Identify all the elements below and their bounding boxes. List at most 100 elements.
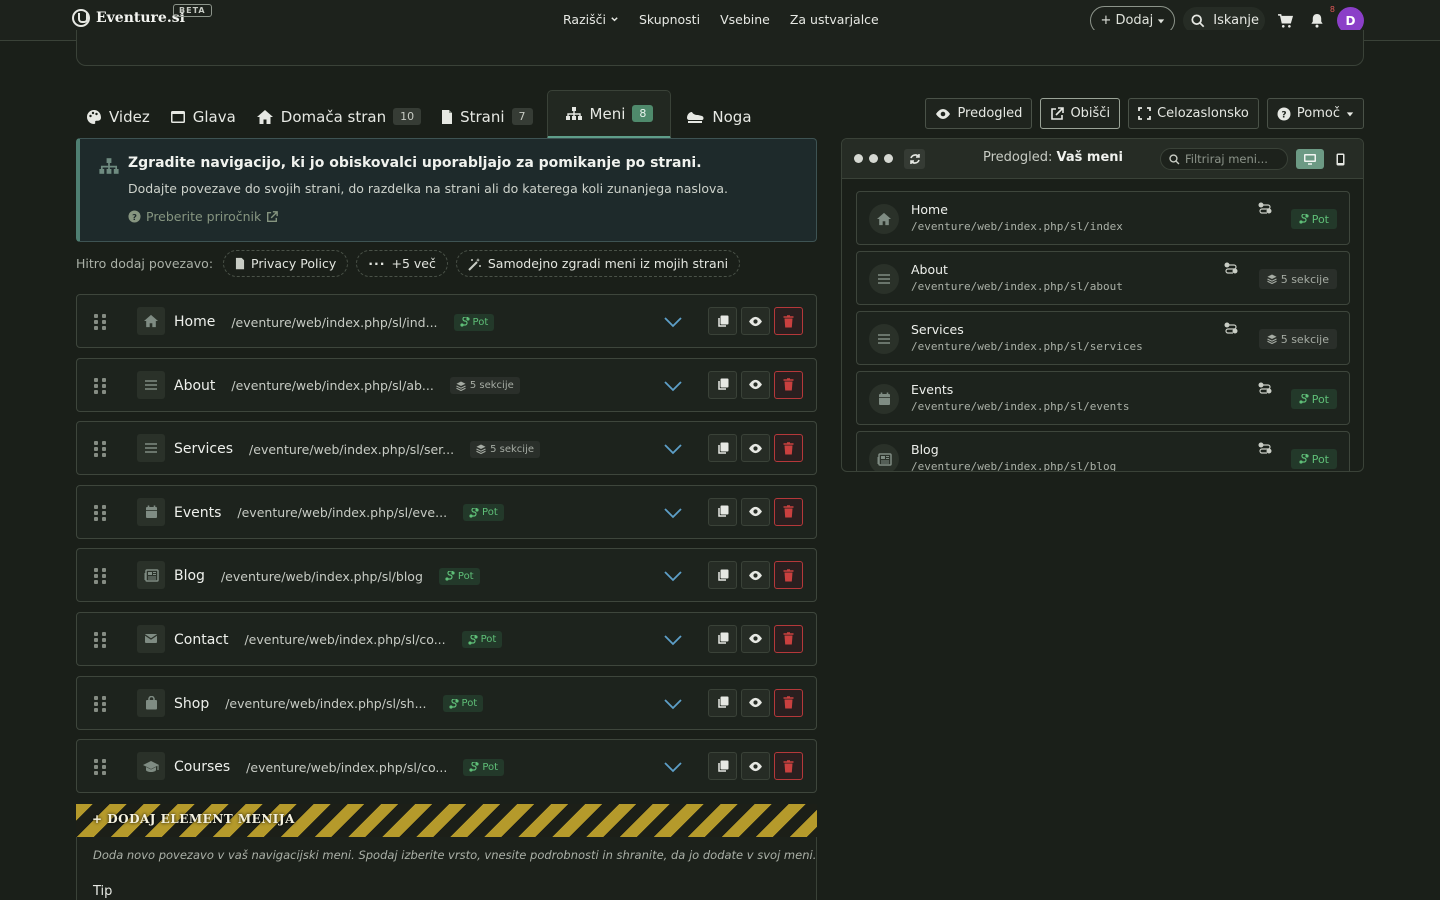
menu-item-row[interactable]: Events /eventure/web/index.php/sl/eve...… [76, 484, 817, 539]
route-type-icon [1257, 442, 1273, 458]
sections-badge: 5 sekcije [1258, 329, 1337, 349]
copy-icon [717, 696, 728, 708]
duplicate-button[interactable] [708, 561, 737, 590]
desktop-view-button[interactable] [1296, 149, 1324, 169]
ellipsis-icon: ··· [368, 256, 386, 271]
menu-item-row[interactable]: Services /eventure/web/index.php/sl/ser.… [76, 421, 817, 476]
drag-handle-icon[interactable] [94, 695, 106, 712]
preview-menu-item[interactable]: Services /eventure/web/index.php/sl/serv… [856, 311, 1350, 365]
cart-button[interactable] [1273, 9, 1297, 33]
menu-item-list: Home /eventure/web/index.php/sl/ind... P… [76, 294, 817, 803]
fullscreen-button[interactable]: Celozaslonsko [1128, 98, 1259, 129]
tab-strani[interactable]: Strani 7 [431, 94, 542, 139]
drag-handle-icon[interactable] [94, 759, 106, 776]
visibility-button[interactable] [741, 307, 770, 335]
expand-chevron-icon[interactable] [663, 567, 683, 589]
delete-button[interactable] [774, 497, 803, 526]
help-button[interactable]: ? Pomoč [1266, 98, 1364, 129]
route-badge: Pot [461, 631, 503, 649]
preview-menu-item[interactable]: Events /eventure/web/index.php/sl/events… [856, 371, 1350, 425]
preview-menu-item[interactable]: Blog /eventure/web/index.php/sl/blog Pot [856, 431, 1350, 471]
file-icon [442, 109, 453, 124]
add-menu-element-description: Doda novo povezavo v vaš navigacijski me… [93, 848, 817, 862]
quick-add-privacy-policy[interactable]: Privacy Policy [223, 250, 349, 277]
visibility-button[interactable] [741, 752, 770, 781]
sections-badge: 5 sekcije [470, 440, 541, 458]
preview-item-path: /eventure/web/index.php/sl/about [911, 280, 1123, 293]
menu-item-row[interactable]: About /eventure/web/index.php/sl/ab... 5… [76, 357, 817, 412]
drag-handle-icon[interactable] [94, 441, 106, 458]
delete-button[interactable] [774, 307, 803, 335]
menu-item-actions [708, 307, 803, 335]
preview-menu-item[interactable]: Home /eventure/web/index.php/sl/index Po… [856, 191, 1350, 245]
preview-badge-wrap: 5 sekcije [1258, 329, 1337, 349]
visibility-button[interactable] [741, 624, 770, 653]
duplicate-button[interactable] [708, 624, 737, 653]
preview-menu-item[interactable]: About /eventure/web/index.php/sl/about 5… [856, 251, 1350, 305]
delete-button[interactable] [774, 688, 803, 717]
expand-chevron-icon[interactable] [663, 377, 683, 399]
menu-item-info: Home /eventure/web/index.php/sl/ind... P… [174, 295, 495, 349]
mobile-view-button[interactable] [1330, 149, 1350, 169]
visibility-button[interactable] [741, 688, 770, 717]
visibility-button[interactable] [741, 561, 770, 590]
expand-chevron-icon[interactable] [663, 758, 683, 780]
expand-chevron-icon[interactable] [663, 695, 683, 717]
menu-item-row[interactable]: Contact /eventure/web/index.php/sl/co...… [76, 611, 817, 666]
trash-icon [783, 759, 794, 773]
delete-button[interactable] [774, 624, 803, 653]
duplicate-button[interactable] [708, 307, 737, 335]
add-menu-element-title[interactable]: + DODAJ ELEMENT MENIJA [92, 812, 295, 826]
menu-item-row[interactable]: Courses /eventure/web/index.php/sl/co...… [76, 739, 817, 794]
duplicate-button[interactable] [708, 434, 737, 463]
delete-button[interactable] [774, 434, 803, 463]
quick-add-more[interactable]: ··· +5 več [356, 250, 448, 277]
manual-link[interactable]: ? Preberite priročnik [128, 209, 279, 224]
delete-button[interactable] [774, 370, 803, 399]
delete-button[interactable] [774, 752, 803, 781]
preview-filter-input[interactable]: Filtriraj meni... [1160, 148, 1288, 170]
auto-build-menu[interactable]: Samodejno zgradi meni iz mojih strani [455, 250, 741, 277]
preview-header: Predogled: Vaš meni Filtriraj meni... [842, 139, 1363, 179]
delete-button[interactable] [774, 561, 803, 590]
route-icon [468, 634, 478, 645]
expand-icon [1138, 107, 1151, 120]
layers-icon [1266, 334, 1277, 344]
notifications-button[interactable]: 8 [1305, 5, 1335, 33]
duplicate-button[interactable] [708, 497, 737, 526]
nav-communities[interactable]: Skupnosti [639, 12, 700, 27]
drag-handle-icon[interactable] [94, 504, 106, 521]
drag-handle-icon[interactable] [94, 377, 106, 394]
route-icon [459, 317, 470, 327]
nav-explore[interactable]: Razišči [563, 12, 619, 27]
duplicate-button[interactable] [708, 688, 737, 717]
reload-button[interactable] [904, 149, 925, 169]
drag-handle-icon[interactable] [94, 568, 106, 585]
brand-logo[interactable]: Eventure.si [72, 9, 185, 27]
chevron-down-icon [611, 17, 618, 22]
nav-creators[interactable]: Za ustvarjalce [790, 12, 879, 27]
visit-button[interactable]: Obišči [1040, 98, 1121, 129]
route-icon [469, 507, 479, 518]
menu-item-row[interactable]: Home /eventure/web/index.php/sl/ind... P… [76, 294, 817, 348]
tab-domaca-stran[interactable]: Domača stran 10 [246, 94, 431, 139]
menu-item-row[interactable]: Blog /eventure/web/index.php/sl/blog Pot [76, 548, 817, 603]
drag-handle-icon[interactable] [94, 631, 106, 648]
menu-item-row[interactable]: Shop /eventure/web/index.php/sl/sh... Po… [76, 675, 817, 730]
visibility-button[interactable] [741, 370, 770, 399]
tab-noga[interactable]: Noga [675, 94, 761, 139]
expand-chevron-icon[interactable] [663, 313, 683, 335]
visibility-button[interactable] [741, 497, 770, 526]
nav-content[interactable]: Vsebine [720, 12, 770, 27]
expand-chevron-icon[interactable] [663, 504, 683, 526]
duplicate-button[interactable] [708, 370, 737, 399]
duplicate-button[interactable] [708, 752, 737, 781]
drag-handle-icon[interactable] [94, 314, 106, 330]
tab-glava[interactable]: Glava [160, 94, 246, 139]
expand-chevron-icon[interactable] [663, 631, 683, 653]
tab-videz[interactable]: Videz [76, 94, 160, 139]
preview-button[interactable]: Predogled [925, 98, 1033, 129]
expand-chevron-icon[interactable] [663, 440, 683, 462]
visibility-button[interactable] [741, 434, 770, 463]
tab-meni[interactable]: Meni 8 [546, 90, 672, 139]
